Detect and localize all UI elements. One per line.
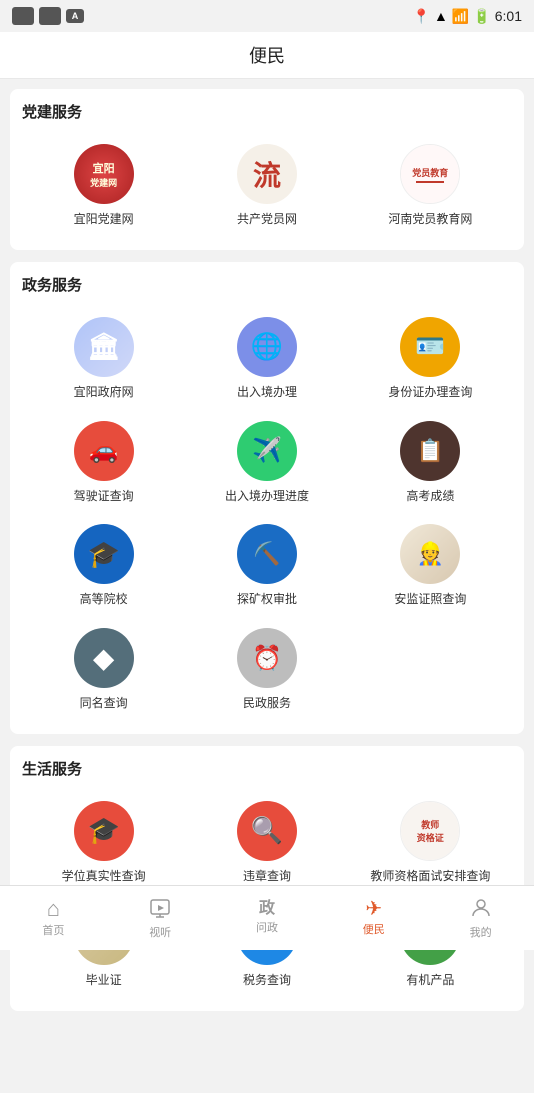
zhengfu-icon: 🏛 (74, 317, 134, 377)
status-right-icons: 📍 ▲ 📶 🔋 6:01 (413, 8, 522, 25)
nav-home[interactable]: ⌂ 首页 (0, 893, 107, 943)
tongming-label: 同名查询 (80, 695, 128, 712)
nav-zhengzheng[interactable]: 政 问政 (214, 896, 321, 940)
status-left-icons: A (12, 7, 84, 25)
list-item[interactable]: ✈️ 出入境办理进度 (185, 411, 348, 515)
list-item[interactable]: 🎓 学位真实性查询 (22, 791, 185, 895)
list-item[interactable]: ◆ 同名查询 (22, 618, 185, 722)
zhengfu-label: 宜阳政府网 (74, 384, 134, 401)
list-item[interactable]: 🪪 身份证办理查询 (349, 307, 512, 411)
list-item[interactable]: 📋 高考成绩 (349, 411, 512, 515)
time-display: 6:01 (495, 8, 522, 24)
tankuang-icon: ⛏️ (237, 524, 297, 584)
bianmin-label: 便民 (363, 921, 385, 937)
page-title: 便民 (249, 46, 285, 66)
anjian-label: 安监证照查询 (394, 591, 466, 608)
top-bar: 便民 (0, 32, 534, 79)
list-item[interactable]: 流 共产党员网 (185, 134, 348, 238)
zhengWu-section: 政务服务 🏛 宜阳政府网 🌐 出入境办理 🪪 (10, 262, 524, 734)
empty-slot (349, 618, 512, 722)
gaokao-label: 高考成绩 (406, 488, 454, 505)
media-icon (149, 897, 171, 922)
gaoxiao-icon: 🎓 (74, 524, 134, 584)
dangjiaoyu-label: 河南党员教育网 (388, 211, 472, 228)
nav-bianmin[interactable]: ✈ 便民 (320, 894, 427, 942)
dangJian-title: 党建服务 (22, 101, 512, 122)
gongchan-icon: 流 (237, 144, 297, 204)
shenghuo-section: 生活服务 🎓 学位真实性查询 🔍 违章查询 教师资格证 (10, 746, 524, 1011)
location-icon: 📍 (413, 8, 430, 25)
churujing2-label: 出入境办理进度 (225, 488, 309, 505)
list-item[interactable]: 党员教育 河南党员教育网 (349, 134, 512, 238)
nav-media[interactable]: 视听 (107, 892, 214, 945)
tongming-icon: ◆ (74, 628, 134, 688)
media-label: 视听 (149, 924, 171, 940)
zhengWu-grid: 🏛 宜阳政府网 🌐 出入境办理 🪪 身份证办理查询 🚗 (22, 307, 512, 722)
list-item[interactable]: 🏛 宜阳政府网 (22, 307, 185, 411)
minzheng-icon: ⏰ (237, 628, 297, 688)
churujing2-icon: ✈️ (237, 421, 297, 481)
xuewei-icon: 🎓 (74, 801, 134, 861)
list-item[interactable]: 🔍 违章查询 (185, 791, 348, 895)
status-icon-3: A (66, 9, 84, 23)
home-icon: ⌂ (47, 898, 60, 920)
gongchan-label: 共产党员网 (237, 211, 297, 228)
churujing-icon: 🌐 (237, 317, 297, 377)
gaokao-icon: 📋 (400, 421, 460, 481)
minzheng-label: 民政服务 (243, 695, 291, 712)
weizhan-label: 违章查询 (243, 868, 291, 885)
churujing-label: 出入境办理 (237, 384, 297, 401)
gaoxiao-label: 高等院校 (80, 591, 128, 608)
youji-label: 有机产品 (406, 972, 454, 989)
shenghuo-title: 生活服务 (22, 758, 512, 779)
dangJian-section: 党建服务 宜阳 党建网 宜阳党建网 流 共产党员网 (10, 89, 524, 250)
mine-label: 我的 (470, 924, 492, 940)
list-item[interactable]: 🌐 出入境办理 (185, 307, 348, 411)
shenfenzheng-label: 身份证办理查询 (388, 384, 472, 401)
xuewei-label: 学位真实性查询 (62, 868, 146, 885)
bianmin-icon: ✈ (365, 899, 382, 919)
zhengWu-title: 政务服务 (22, 274, 512, 295)
anjian-icon: 👷 (400, 524, 460, 584)
status-bar: A 📍 ▲ 📶 🔋 6:01 (0, 0, 534, 32)
signal-icon: 📶 (452, 8, 469, 25)
nav-mine[interactable]: 我的 (427, 891, 534, 945)
tankuang-label: 探矿权审批 (237, 591, 297, 608)
battery-icon: 🔋 (473, 8, 490, 25)
list-item[interactable]: 宜阳 党建网 宜阳党建网 (22, 134, 185, 238)
shuiwu-label: 税务查询 (243, 972, 291, 989)
zhengzheng-label: 问政 (256, 919, 278, 935)
status-icon-2 (39, 7, 61, 25)
list-item[interactable]: ⏰ 民政服务 (185, 618, 348, 722)
dangjiaoyu-icon: 党员教育 (400, 144, 460, 204)
weizhan-icon: 🔍 (237, 801, 297, 861)
jiache-label: 驾驶证查询 (74, 488, 134, 505)
dangJian-grid: 宜阳 党建网 宜阳党建网 流 共产党员网 党员教育 (22, 134, 512, 238)
biye-label: 毕业证 (86, 972, 122, 989)
jiaoshi-label: 教师资格面试安排查询 (370, 868, 490, 885)
jiaoshi-icon: 教师资格证 (400, 801, 460, 861)
wifi-icon: ▲ (434, 8, 448, 24)
bottom-nav: ⌂ 首页 视听 政 问政 ✈ 便民 我的 (0, 885, 534, 950)
list-item[interactable]: ⛏️ 探矿权审批 (185, 514, 348, 618)
zhengzheng-icon: 政 (259, 901, 275, 917)
list-item[interactable]: 教师资格证 教师资格面试安排查询 (349, 791, 512, 895)
home-label: 首页 (42, 922, 64, 938)
list-item[interactable]: 🎓 高等院校 (22, 514, 185, 618)
status-icon-1 (12, 7, 34, 25)
list-item[interactable]: 👷 安监证照查询 (349, 514, 512, 618)
yiyang-icon: 宜阳 党建网 (74, 144, 134, 204)
shenfenzheng-icon: 🪪 (400, 317, 460, 377)
yiyang-label: 宜阳党建网 (74, 211, 134, 228)
list-item[interactable]: 🚗 驾驶证查询 (22, 411, 185, 515)
mine-icon (470, 896, 492, 922)
jiache-icon: 🚗 (74, 421, 134, 481)
